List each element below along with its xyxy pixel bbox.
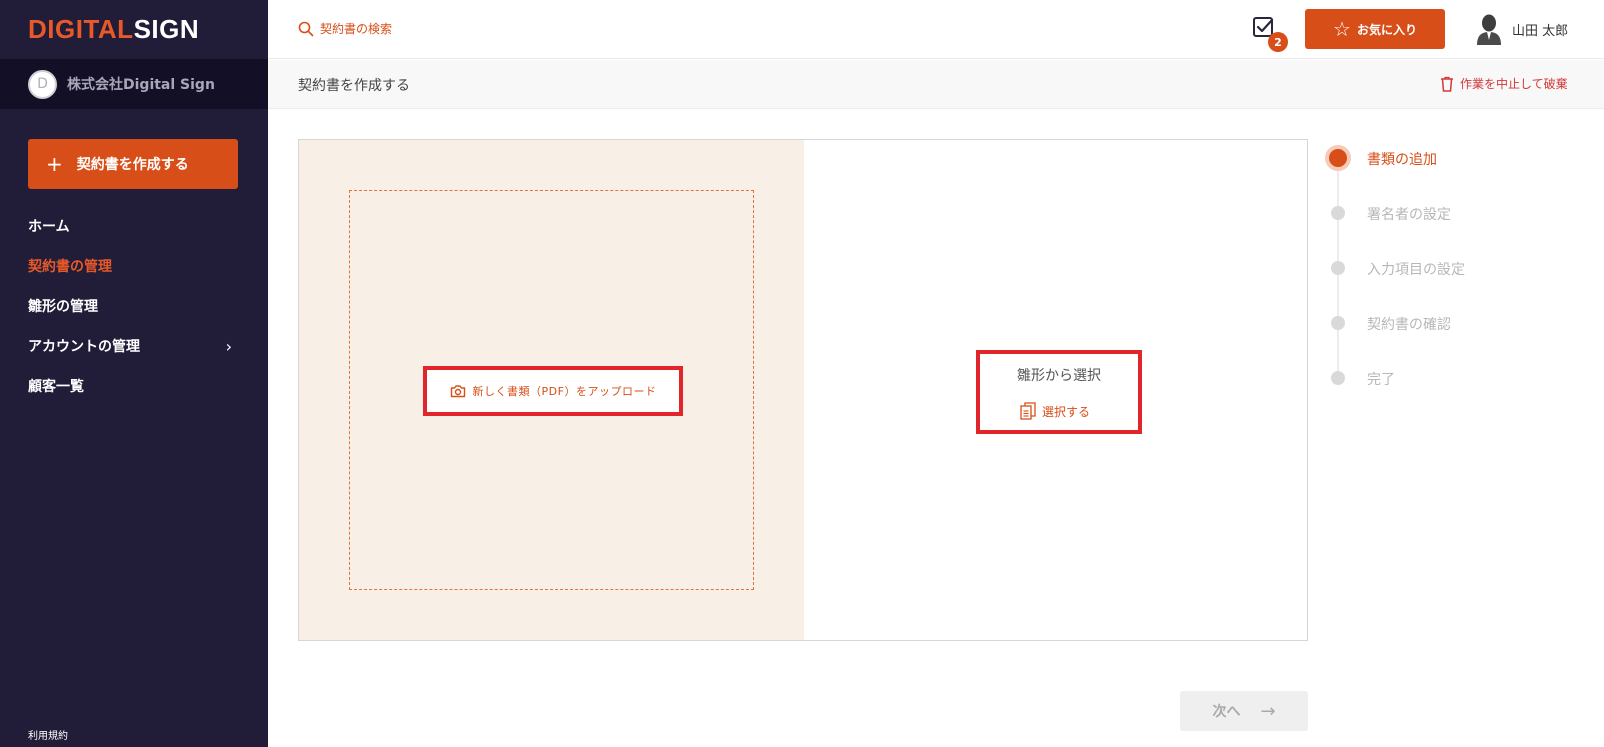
sidebar-item-templates[interactable]: 雛形の管理 (28, 286, 238, 326)
search-icon (298, 21, 314, 36)
step-label: 書類の追加 (1367, 152, 1437, 168)
favorites-button[interactable]: ☆ お気に入り (1305, 9, 1445, 49)
step-add-documents: 書類の追加 (1320, 145, 1580, 206)
app-root: DIGITALSIGN D 株式会社Digital Sign + 契約書を作成す… (0, 0, 1604, 747)
company-switcher[interactable]: D 株式会社Digital Sign (0, 59, 268, 109)
upload-panel: 新しく書類（PDF）をアップロード (299, 140, 804, 640)
arrow-right-icon: → (1260, 700, 1276, 722)
documents-icon (1020, 402, 1036, 420)
chevron-right-icon: › (225, 336, 232, 356)
document-source-card: 新しく書類（PDF）をアップロード 雛形から選択 選択する (298, 139, 1308, 641)
task-count-badge: 2 (1268, 32, 1288, 52)
sidebar-item-home[interactable]: ホーム (28, 206, 238, 246)
star-icon: ☆ (1333, 17, 1351, 41)
trash-icon (1441, 76, 1453, 92)
camera-icon (450, 385, 465, 398)
upload-pdf-button[interactable]: 新しく書類（PDF）をアップロード (423, 366, 683, 416)
sidebar-item-customers[interactable]: 顧客一覧 (28, 366, 238, 406)
create-contract-button[interactable]: + 契約書を作成する (28, 139, 238, 189)
step-label: 完了 (1367, 372, 1395, 388)
step-input-fields: 入力項目の設定 (1320, 255, 1580, 316)
step-indicator (1331, 316, 1345, 330)
template-heading: 雛形から選択 (1017, 368, 1101, 384)
upload-pdf-label: 新しく書類（PDF）をアップロード (472, 385, 657, 398)
step-indicator (1331, 206, 1345, 220)
discard-label: 作業を中止して破棄 (1460, 77, 1568, 91)
page-subheader: 契約書を作成する 作業を中止して破棄 (268, 60, 1604, 109)
user-menu[interactable]: 山田 太郎 (1476, 13, 1568, 45)
template-select-box[interactable]: 雛形から選択 選択する (976, 350, 1142, 434)
template-panel: 雛形から選択 選択する (804, 140, 1307, 640)
create-contract-label: 契約書を作成する (76, 157, 189, 173)
template-select-button[interactable]: 選択する (1020, 402, 1090, 420)
sidebar-item-contracts[interactable]: 契約書の管理 (28, 246, 238, 286)
sidebar-item-label: 顧客一覧 (28, 379, 84, 395)
favorites-label: お気に入り (1356, 22, 1417, 37)
progress-stepper: 書類の追加 署名者の設定 入力項目の設定 契約書の確認 完了 (1320, 145, 1580, 420)
company-avatar: D (28, 69, 57, 99)
step-confirm: 契約書の確認 (1320, 310, 1580, 371)
sidebar-item-label: ホーム (28, 219, 70, 235)
next-label: 次へ (1212, 704, 1241, 720)
search-placeholder: 契約書の検索 (320, 22, 393, 36)
avatar-icon (1477, 14, 1501, 45)
plus-icon: + (46, 152, 63, 176)
step-signers: 署名者の設定 (1320, 200, 1580, 261)
step-indicator (1331, 371, 1345, 385)
step-indicator (1325, 145, 1351, 171)
sidebar-item-label: 契約書の管理 (28, 259, 112, 275)
sidebar-nav: ホーム 契約書の管理 雛形の管理 アカウントの管理 › 顧客一覧 (28, 206, 238, 406)
logo[interactable]: DIGITALSIGN (28, 14, 199, 44)
logo-part2: SIGN (133, 14, 200, 44)
step-label: 契約書の確認 (1367, 317, 1451, 333)
sidebar: DIGITALSIGN D 株式会社Digital Sign + 契約書を作成す… (0, 0, 268, 747)
page-title: 契約書を作成する (298, 78, 410, 94)
search-input[interactable]: 契約書の検索 (298, 20, 392, 37)
top-header: 契約書の検索 2 ☆ お気に入り 山田 太郎 (268, 0, 1604, 59)
template-select-label: 選択する (1042, 404, 1091, 419)
sidebar-item-label: アカウントの管理 (28, 339, 140, 355)
step-label: 入力項目の設定 (1367, 262, 1465, 278)
logo-part1: DIGITAL (28, 14, 134, 44)
step-indicator (1331, 261, 1345, 275)
terms-link[interactable]: 利用規約 (28, 727, 68, 742)
task-button[interactable]: 2 (1252, 16, 1288, 52)
sidebar-item-label: 雛形の管理 (28, 299, 98, 315)
user-name: 山田 太郎 (1512, 23, 1569, 39)
next-button[interactable]: 次へ → (1180, 691, 1308, 731)
step-complete: 完了 (1320, 365, 1580, 420)
step-label: 署名者の設定 (1367, 207, 1451, 223)
sidebar-item-accounts[interactable]: アカウントの管理 › (28, 326, 238, 366)
company-name: 株式会社Digital Sign (67, 77, 215, 93)
discard-button[interactable]: 作業を中止して破棄 (1440, 75, 1568, 92)
